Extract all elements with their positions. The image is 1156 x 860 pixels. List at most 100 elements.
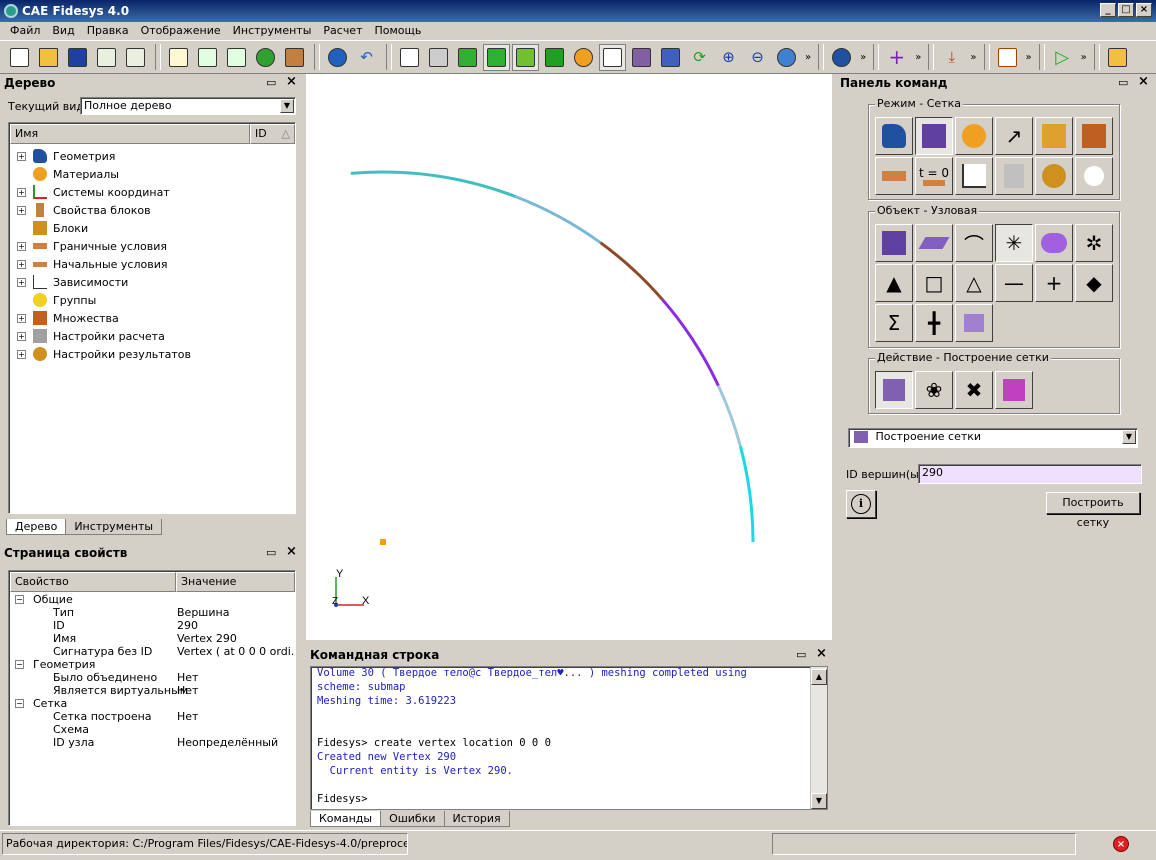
float-panel-icon[interactable]: ▭ (266, 76, 276, 89)
graphics-viewport[interactable]: Y Z X (306, 74, 832, 640)
tree-item[interactable]: + Настройки расчета (17, 327, 165, 345)
expand-icon[interactable]: + (17, 331, 26, 341)
expand-icon[interactable]: + (17, 349, 26, 359)
grid-view-icon[interactable] (599, 43, 626, 71)
hidden-line-cube-icon[interactable] (425, 44, 452, 71)
run-script-icon[interactable] (194, 44, 221, 71)
normal-object-icon[interactable]: ◆ (1075, 264, 1113, 302)
tree-col-id[interactable]: ID △ (250, 124, 295, 144)
build-mesh-button[interactable]: Построить сетку (1046, 492, 1140, 529)
import-icon[interactable] (93, 44, 120, 71)
refresh-icon[interactable]: ⟳ (686, 44, 713, 71)
node-object-icon[interactable]: ✳ (995, 224, 1033, 262)
users-icon[interactable] (828, 44, 855, 71)
wireframe-cube-icon[interactable] (396, 44, 423, 71)
window-view-icon[interactable] (657, 44, 684, 71)
curve-object-icon[interactable]: ⌒ (955, 224, 993, 262)
group-object-icon[interactable] (1035, 224, 1073, 262)
tetra-object-icon[interactable]: ▲ (875, 264, 913, 302)
tree-item[interactable]: + Множества (17, 309, 119, 327)
tree-item[interactable]: + Зависимости (17, 273, 128, 291)
script-edit-icon[interactable] (165, 44, 192, 71)
calculator-mode-icon[interactable] (995, 157, 1033, 195)
surface-object-icon[interactable] (915, 224, 953, 262)
property-row[interactable]: ID 290 (9, 619, 295, 632)
property-row[interactable]: Было объединено Нет (9, 671, 295, 684)
tree-item[interactable]: + Системы координат (17, 183, 170, 201)
arc-segment[interactable] (661, 298, 720, 387)
quad-object-icon[interactable]: □ (915, 264, 953, 302)
close-panel-icon[interactable]: × (1138, 74, 1149, 89)
close-panel-icon[interactable]: × (286, 544, 297, 559)
dependencies-mode-icon[interactable] (955, 157, 993, 195)
toolbar-overflow-icon[interactable]: » (915, 52, 921, 63)
mesh-settings-action-icon[interactable]: ❀ (915, 371, 953, 409)
tree-col-name[interactable]: Имя (10, 124, 250, 144)
hammer-icon[interactable] (281, 44, 308, 71)
expand-icon[interactable]: + (17, 277, 26, 287)
new-file-icon[interactable] (6, 44, 33, 71)
inspect-mode-icon[interactable] (1075, 157, 1113, 195)
property-row[interactable]: Имя Vertex 290 (9, 632, 295, 645)
action-select[interactable]: Построение сетки ▼ (848, 428, 1138, 448)
property-row[interactable]: ID узла Неопределённый (9, 736, 295, 749)
blocks-mode-icon[interactable] (1035, 117, 1073, 155)
collapse-icon[interactable]: − (15, 699, 24, 708)
coord-system-mode-icon[interactable]: ↗ (995, 117, 1033, 155)
tab-errors[interactable]: Ошибки (380, 811, 445, 827)
geometry-view-icon[interactable] (512, 43, 539, 71)
chevron-down-icon[interactable]: ▼ (1122, 430, 1136, 444)
arc-segment[interactable] (716, 384, 742, 447)
shaded-edges-cube-icon[interactable] (483, 43, 510, 71)
chevron-down-icon[interactable]: ▼ (280, 99, 294, 113)
property-row[interactable]: − Геометрия (9, 658, 295, 671)
play-icon[interactable]: ▷ (1049, 44, 1076, 71)
scroll-up-icon[interactable]: ▲ (811, 669, 827, 685)
run-id-icon[interactable] (223, 44, 250, 71)
toolbar-overflow-icon[interactable]: » (1081, 52, 1087, 63)
expand-icon[interactable]: + (17, 313, 26, 323)
close-panel-icon[interactable]: × (286, 74, 297, 89)
menu-tools[interactable]: Инструменты (227, 22, 318, 40)
command-output[interactable]: Volume 30 ( Твердое тело@с Твердое_тел♥.… (310, 666, 828, 810)
expand-icon[interactable]: + (17, 187, 26, 197)
arc-curve[interactable] (350, 170, 755, 543)
property-row[interactable]: − Общие (9, 593, 295, 606)
geometry-canvas[interactable]: Y Z X (306, 74, 832, 640)
undo-icon[interactable]: ↶ (353, 44, 380, 71)
transparent-cube-icon[interactable] (628, 44, 655, 71)
property-row[interactable]: Является виртуальным Нет (9, 684, 295, 697)
sort-icon[interactable] (1104, 44, 1131, 71)
arc-segment[interactable] (599, 241, 664, 301)
tree-item[interactable]: + Граничные условия (17, 237, 167, 255)
arc-segment[interactable] (738, 445, 755, 543)
info-button[interactable]: i (846, 490, 876, 518)
tree-item[interactable]: Блоки (17, 219, 88, 237)
close-window-button[interactable]: × (1136, 3, 1152, 17)
export-icon[interactable] (122, 44, 149, 71)
command-scrollbar[interactable]: ▲ ▼ (810, 667, 827, 809)
results-mode-icon[interactable] (1035, 157, 1073, 195)
menu-edit[interactable]: Правка (81, 22, 135, 40)
property-row[interactable]: Сигнатура без ID Vertex ( at 0 0 0 ordi..… (9, 645, 295, 658)
boundary-conditions-mode-icon[interactable] (875, 157, 913, 195)
tree-item[interactable]: + Настройки результатов (17, 345, 191, 363)
build-mesh-action-icon[interactable] (875, 371, 913, 409)
menu-view[interactable]: Вид (46, 22, 80, 40)
menu-help[interactable]: Помощь (369, 22, 428, 40)
mesh-mode-icon[interactable] (915, 117, 953, 155)
expand-icon[interactable]: + (17, 205, 26, 215)
undo-history-icon[interactable] (324, 44, 351, 71)
tab-tools[interactable]: Инструменты (65, 519, 163, 535)
tree-item[interactable]: Материалы (17, 165, 119, 183)
menu-file[interactable]: Файл (4, 22, 46, 40)
current-view-select[interactable]: Полное дерево ▼ (80, 97, 296, 115)
zoom-in-icon[interactable]: ⊕ (715, 44, 742, 71)
sets-mode-icon[interactable] (1075, 117, 1113, 155)
volume-object-icon[interactable] (875, 224, 913, 262)
prop-col-property[interactable]: Свойство (10, 572, 176, 592)
collapse-icon[interactable]: − (15, 595, 24, 604)
float-panel-icon[interactable]: ▭ (266, 546, 276, 559)
zoom-out-icon[interactable]: ⊖ (744, 44, 771, 71)
vertex-id-input[interactable]: 290 (918, 464, 1142, 484)
